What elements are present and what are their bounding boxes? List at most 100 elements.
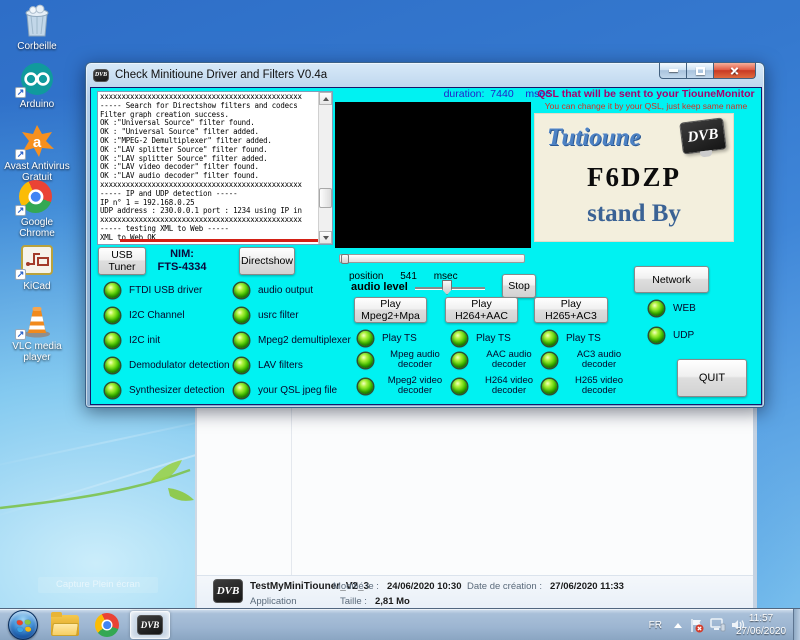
minimize-button[interactable] xyxy=(659,63,687,79)
quit-button[interactable]: QUIT xyxy=(677,359,747,397)
network-icon xyxy=(710,618,726,632)
clock-date: 27/06/2020 xyxy=(732,625,790,638)
kicad-icon xyxy=(19,244,55,278)
icon-label: VLC media player xyxy=(4,341,70,363)
desktop: Capture Plein écran Corbeille Arduino xyxy=(0,0,800,640)
language-indicator[interactable]: FR xyxy=(649,609,662,640)
led-icon xyxy=(234,333,249,348)
log-textbox[interactable]: xxxxxxxxxxxxxxxxxxxxxxxxxxxxxxxxxxxxxxxx… xyxy=(97,91,333,245)
created-label: Date de création : xyxy=(467,581,542,592)
maximize-button[interactable] xyxy=(687,63,714,79)
recycle-bin-icon xyxy=(19,4,55,38)
action-center-icon[interactable] xyxy=(689,609,704,640)
led-aac-audio-decoder: AAC audio decoder xyxy=(452,352,545,368)
icon-label: Google Chrome xyxy=(4,217,70,239)
led-play-ts-2: Play TS xyxy=(452,330,511,346)
network-tray-icon[interactable] xyxy=(710,609,726,640)
led-qsl-jpeg-file: your QSL jpeg file xyxy=(234,382,337,398)
play-h265-button[interactable]: Play H265+AC3 xyxy=(534,297,608,323)
taskbar-chrome-button[interactable] xyxy=(88,611,126,639)
qsl-image: Tutioune DVB F6DZP stand By xyxy=(535,114,733,241)
led-icon xyxy=(234,383,249,398)
flag-icon xyxy=(689,618,704,633)
position-thumb[interactable] xyxy=(341,254,349,264)
desktop-icon-corbeille[interactable]: Corbeille xyxy=(4,4,70,52)
led-icon xyxy=(542,331,557,346)
scroll-up-button[interactable] xyxy=(319,92,332,105)
directshow-button[interactable]: Directshow xyxy=(239,247,295,275)
stop-button[interactable]: Stop xyxy=(502,274,536,298)
led-lav-filters: LAV filters xyxy=(234,357,303,373)
maximize-icon xyxy=(696,67,705,75)
desktop-icon-avast[interactable]: a Avast Antivirus Gratuit xyxy=(4,124,70,183)
scrollbar-thumb[interactable] xyxy=(319,188,332,208)
led-icon xyxy=(649,301,664,316)
network-button[interactable]: Network xyxy=(634,266,709,293)
led-icon xyxy=(105,358,120,373)
taskbar-clock[interactable]: 11:57 27/06/2020 xyxy=(732,612,790,638)
led-icon xyxy=(542,379,557,394)
led-icon xyxy=(105,283,120,298)
led-icon xyxy=(452,331,467,346)
led-h264-video-decoder: H264 video decoder xyxy=(452,378,545,394)
close-button[interactable] xyxy=(714,63,756,79)
usb-tuner-button[interactable]: USB Tuner xyxy=(98,247,146,275)
led-ftdi-usb-driver: FTDI USB driver xyxy=(105,282,202,298)
size-value: 2,81 Mo xyxy=(375,596,410,607)
dvb-logo-icon: DVB xyxy=(679,117,727,154)
file-type: Application xyxy=(250,596,296,607)
position-trackbar[interactable] xyxy=(339,254,525,263)
taskbar-dvb-app-button[interactable]: DVB xyxy=(130,611,170,639)
app-window: DVB Check Minitioune Driver and Filters … xyxy=(85,62,765,408)
app-title-icon: DVB xyxy=(93,69,109,82)
led-demodulator-detection: Demodulator detection xyxy=(105,357,230,373)
log-scrollbar[interactable] xyxy=(318,92,332,244)
led-mpeg-audio-decoder: Mpeg audio decoder xyxy=(358,352,451,368)
desktop-icon-arduino[interactable]: Arduino xyxy=(4,62,70,110)
svg-text:a: a xyxy=(33,134,42,151)
qsl-brand-text: Tutioune xyxy=(547,124,641,152)
qsl-status: stand By xyxy=(535,200,733,228)
led-play-ts-3: Play TS xyxy=(542,330,601,346)
show-desktop-button[interactable] xyxy=(793,609,800,640)
led-icon xyxy=(452,379,467,394)
size-label: Taille : xyxy=(340,596,367,607)
led-icon xyxy=(234,283,249,298)
shortcut-arrow-icon xyxy=(15,149,26,160)
explorer-details-pane: DVB TestMyMiniTiouner_V2_3 Application M… xyxy=(197,575,753,608)
slider-thumb[interactable] xyxy=(442,280,452,295)
desktop-icon-kicad[interactable]: KiCad xyxy=(4,244,70,292)
desktop-icon-chrome[interactable]: Google Chrome xyxy=(4,180,70,239)
qsl-subheader: You can change it by your QSL, just keep… xyxy=(529,101,763,111)
icon-label: Corbeille xyxy=(4,41,70,52)
shortcut-arrow-icon xyxy=(15,269,26,280)
led-icon xyxy=(358,379,373,394)
audio-level-slider[interactable] xyxy=(415,280,485,296)
explorer-window[interactable]: DVB TestMyMiniTiouner_V2_3 Application M… xyxy=(195,406,757,608)
taskbar-explorer-button[interactable] xyxy=(46,611,84,639)
duration-value: 7440 xyxy=(490,88,513,100)
app-client-area: xxxxxxxxxxxxxxxxxxxxxxxxxxxxxxxxxxxxxxxx… xyxy=(90,87,762,405)
led-icon xyxy=(234,358,249,373)
play-mpeg2-button[interactable]: Play Mpeg2+Mpa xyxy=(354,297,427,323)
led-i2c-init: I2C init xyxy=(105,332,160,348)
arduino-icon xyxy=(19,62,55,96)
scroll-down-button[interactable] xyxy=(319,231,332,244)
video-preview xyxy=(335,102,531,248)
clock-time: 11:57 xyxy=(732,612,790,625)
led-h265-video-decoder: H265 video decoder xyxy=(542,378,635,394)
play-h264-button[interactable]: Play H264+AAC xyxy=(445,297,518,323)
desktop-icon-vlc[interactable]: VLC media player xyxy=(4,304,70,363)
led-ac3-audio-decoder: AC3 audio decoder xyxy=(542,352,635,368)
title-bar[interactable]: DVB Check Minitioune Driver and Filters … xyxy=(86,63,764,87)
qsl-header: QSL that will be sent to your TiouneMoni… xyxy=(529,88,763,100)
arrow-down-icon xyxy=(323,236,329,240)
led-icon xyxy=(452,353,467,368)
led-icon xyxy=(105,308,120,323)
led-synthesizer-detection: Synthesizer detection xyxy=(105,382,225,398)
avast-icon: a xyxy=(19,124,55,158)
led-play-ts-1: Play TS xyxy=(358,330,417,346)
modified-label: Modifié le : xyxy=(333,581,379,592)
tray-expand-button[interactable] xyxy=(674,609,682,640)
start-button[interactable] xyxy=(8,610,38,640)
